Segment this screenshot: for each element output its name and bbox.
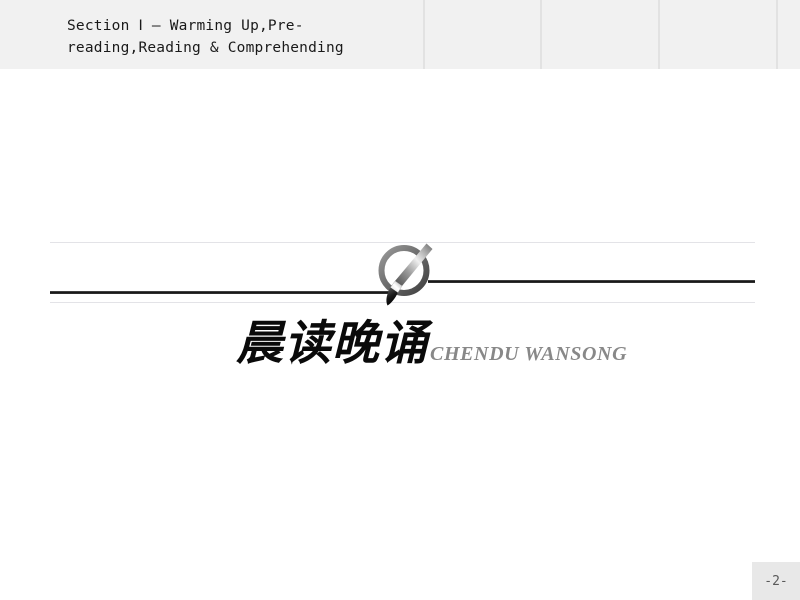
page-title: Section Ⅰ — Warming Up,Pre- reading,Read… [67, 18, 344, 56]
heading-chinese: 晨读晚诵 [236, 316, 428, 371]
header-cell-title: Section Ⅰ — Warming Up,Pre- reading,Read… [0, 0, 425, 69]
heading-pinyin: CHENDU WANSONG [430, 343, 628, 365]
header-cell-3 [542, 0, 660, 69]
header-cell-2 [425, 0, 542, 69]
header-cell-5 [778, 0, 800, 69]
slide-heading: 晨读晚诵 CHENDU WANSONG [236, 318, 627, 370]
divider-line-dark-right [428, 280, 755, 283]
header-band: Section Ⅰ — Warming Up,Pre- reading,Read… [0, 0, 800, 70]
page-number-badge: -2- [752, 562, 800, 600]
header-cell-4 [660, 0, 778, 69]
slide-canvas: Section Ⅰ — Warming Up,Pre- reading,Read… [0, 0, 800, 600]
divider-line-dark-left [50, 291, 395, 294]
circle-brush-emblem-icon [374, 240, 440, 308]
